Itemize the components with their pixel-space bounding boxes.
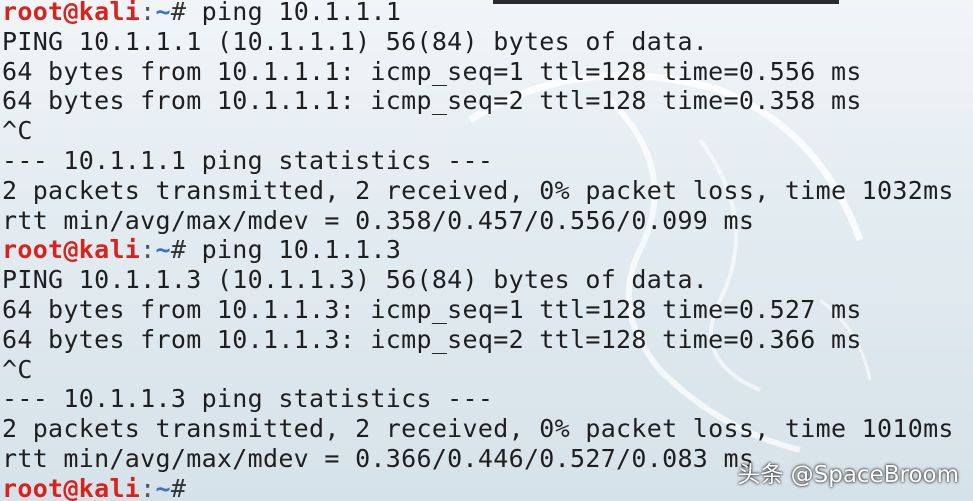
terminal-output: root@kali:~# ping 10.1.1.1 PING 10.1.1.1… — [2, 0, 954, 501]
output-line: 64 bytes from 10.1.1.1: icmp_seq=1 ttl=1… — [2, 56, 862, 86]
prompt-line: root@kali:~# ping 10.1.1.1 — [2, 0, 954, 27]
watermark: 头条 @SpaceBroom — [737, 462, 959, 488]
command-text: ping 10.1.1.3 — [186, 235, 402, 265]
output-line: PING 10.1.1.3 (10.1.1.3) 56(84) bytes of… — [2, 265, 709, 295]
output-line: --- 10.1.1.1 ping statistics --- — [2, 145, 494, 175]
output-line: 2 packets transmitted, 2 received, 0% pa… — [2, 175, 954, 205]
prompt-user: root@kali — [2, 0, 141, 26]
command-text: ping 10.1.1.1 — [186, 0, 402, 26]
prompt-user: root@kali — [2, 235, 141, 265]
prompt-path: ~ — [155, 0, 171, 26]
terminal-window[interactable]: root@kali:~# ping 10.1.1.1 PING 10.1.1.1… — [0, 0, 973, 501]
output-line: --- 10.1.1.3 ping statistics --- — [2, 384, 494, 414]
prompt-path: ~ — [155, 235, 171, 265]
prompt-symbol: # — [170, 473, 187, 501]
prompt-line: root@kali:~# ping 10.1.1.3 — [2, 235, 954, 265]
output-line: ^C — [2, 116, 33, 146]
prompt-symbol: # — [170, 0, 187, 26]
prompt-separator: : — [140, 473, 156, 501]
prompt-symbol: # — [170, 235, 187, 265]
prompt-separator: : — [140, 235, 156, 265]
output-line: ^C — [2, 354, 33, 384]
output-line: PING 10.1.1.1 (10.1.1.1) 56(84) bytes of… — [2, 26, 709, 56]
prompt-separator: : — [140, 0, 156, 26]
output-line: rtt min/avg/max/mdev = 0.358/0.457/0.556… — [2, 205, 755, 235]
prompt-path: ~ — [155, 473, 171, 501]
output-line: 64 bytes from 10.1.1.3: icmp_seq=2 ttl=1… — [2, 324, 862, 354]
output-line: 2 packets transmitted, 2 received, 0% pa… — [2, 414, 954, 444]
prompt-user: root@kali — [2, 473, 141, 501]
output-line: 64 bytes from 10.1.1.1: icmp_seq=2 ttl=1… — [2, 86, 862, 116]
output-line: 64 bytes from 10.1.1.3: icmp_seq=1 ttl=1… — [2, 294, 862, 324]
